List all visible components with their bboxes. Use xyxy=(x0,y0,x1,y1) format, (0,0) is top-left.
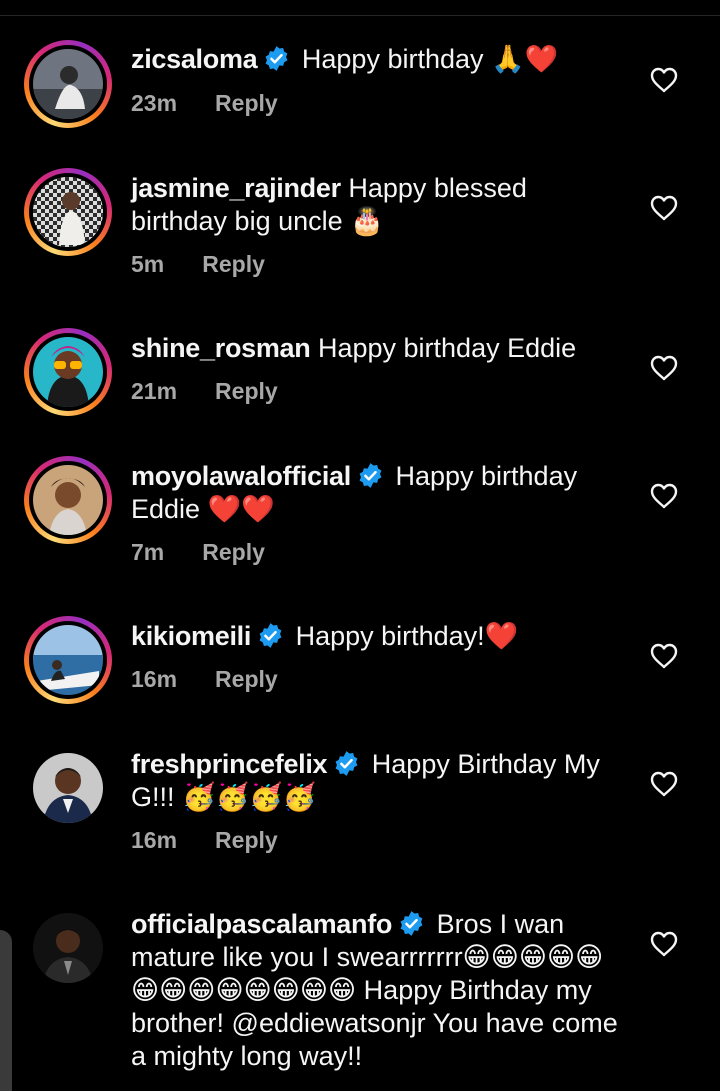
verified-badge-icon xyxy=(263,45,290,72)
comment-meta: 16m Reply xyxy=(131,827,278,854)
comment-body: shine_rosman Happy birthday Eddie xyxy=(131,332,621,365)
comment-meta: 21m Reply xyxy=(131,378,278,405)
comment-username[interactable]: officialpascalamanfo xyxy=(131,909,392,939)
comment-username[interactable]: kikiomeili xyxy=(131,621,251,651)
comment-username[interactable]: shine_rosman xyxy=(131,333,311,363)
avatar xyxy=(33,49,103,119)
comment-body: moyolawalofficial Happy birthday Eddie ❤… xyxy=(131,460,621,526)
avatar xyxy=(33,913,103,983)
avatar-frame[interactable] xyxy=(24,904,112,992)
heart-outline-icon[interactable] xyxy=(650,643,678,669)
reply-button[interactable]: Reply xyxy=(202,251,265,278)
heart-outline-icon[interactable] xyxy=(650,195,678,221)
heart-outline-icon[interactable] xyxy=(650,483,678,509)
top-divider xyxy=(0,15,720,16)
comment-time: 7m xyxy=(131,539,165,565)
comment-text: Happy birthday Eddie xyxy=(317,333,577,363)
comment-username[interactable]: freshprincefelix xyxy=(131,749,328,779)
heart-outline-icon[interactable] xyxy=(650,771,678,797)
scroll-handle[interactable] xyxy=(0,930,12,1091)
avatar-story-ring[interactable] xyxy=(24,168,112,256)
comment-text: Happy birthday!❤️ xyxy=(295,621,519,651)
heart-outline-icon[interactable] xyxy=(650,67,678,93)
comment-time: 16m xyxy=(131,666,178,692)
reply-button[interactable]: Reply xyxy=(215,666,278,693)
avatar-story-ring[interactable] xyxy=(24,456,112,544)
avatar xyxy=(33,625,103,695)
comment-meta: 16m Reply xyxy=(131,666,278,693)
comment-time: 16m xyxy=(131,827,178,853)
verified-badge-icon xyxy=(357,462,384,489)
reply-button[interactable]: Reply xyxy=(202,539,265,566)
comment-body: zicsaloma Happy birthday 🙏❤️ xyxy=(131,43,621,76)
verified-badge-icon xyxy=(333,750,360,777)
avatar-story-ring[interactable] xyxy=(24,328,112,416)
comment-body: kikiomeili Happy birthday!❤️ xyxy=(131,620,621,653)
comment-meta: 23m Reply xyxy=(131,90,278,117)
avatar-frame[interactable] xyxy=(24,744,112,832)
comment-time: 21m xyxy=(131,378,178,404)
avatar xyxy=(33,465,103,535)
comment-meta: 7m Reply xyxy=(131,539,265,566)
comment-body: officialpascalamanfo Bros I wan mature l… xyxy=(131,908,621,1073)
comment-meta: 5m Reply xyxy=(131,251,265,278)
reply-button[interactable]: Reply xyxy=(215,90,278,117)
comment-username[interactable]: moyolawalofficial xyxy=(131,461,351,491)
verified-badge-icon xyxy=(398,910,425,937)
comment-body: freshprincefelix Happy Birthday My G!!! … xyxy=(131,748,621,814)
avatar-story-ring[interactable] xyxy=(24,616,112,704)
heart-outline-icon[interactable] xyxy=(650,355,678,381)
comment-text: Happy birthday 🙏❤️ xyxy=(301,44,559,74)
comment-time: 23m xyxy=(131,90,178,116)
comment-body: jasmine_rajinder Happy blessed birthday … xyxy=(131,172,621,238)
avatar xyxy=(33,753,103,823)
reply-button[interactable]: Reply xyxy=(215,827,278,854)
heart-outline-icon[interactable] xyxy=(650,931,678,957)
avatar-story-ring[interactable] xyxy=(24,40,112,128)
comment-time: 5m xyxy=(131,251,165,277)
comment-username[interactable]: jasmine_rajinder xyxy=(131,173,341,203)
avatar xyxy=(33,177,103,247)
verified-badge-icon xyxy=(257,622,284,649)
comment-username[interactable]: zicsaloma xyxy=(131,44,258,74)
reply-button[interactable]: Reply xyxy=(215,378,278,405)
avatar xyxy=(33,337,103,407)
